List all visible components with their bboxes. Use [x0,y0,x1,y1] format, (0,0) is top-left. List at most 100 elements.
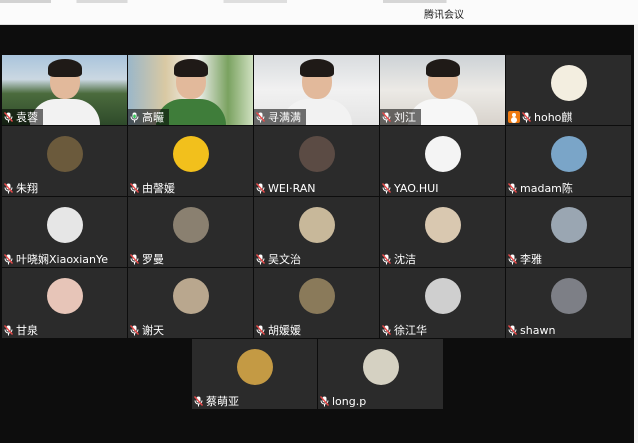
participant-tile[interactable]: 蔡萌亚 [192,339,317,409]
participant-nametag: 寻满满 [254,109,306,125]
avatar [298,136,335,172]
participant-name: 朱翔 [16,182,38,195]
participant-name: 胡媛媛 [268,324,301,337]
participant-name: 高曮 [142,111,164,124]
mic-muted-icon [508,324,517,336]
mic-on-icon [130,112,139,123]
participant-name: hoho麒 [534,111,573,124]
participant-nametag: 谢天 [128,322,169,338]
participant-nametag: 袁蓉 [2,109,43,125]
avatar [46,207,83,243]
participant-tile[interactable]: 叶晓娴XiaoxianYe [2,197,127,267]
participant-tile[interactable]: shawn [506,268,631,338]
top-edge-strip [0,0,638,3]
mic-muted-icon [522,111,531,123]
participant-tile[interactable]: 高曮 [128,55,253,125]
avatar [172,136,209,172]
participant-tile[interactable]: 袁蓉 [2,55,127,125]
participant-tile[interactable]: 寻满满 [254,55,379,125]
mic-muted-icon [130,182,139,194]
participant-tile[interactable]: 胡媛媛 [254,268,379,338]
participant-tile[interactable]: 刘江 [380,55,505,125]
participant-name: 李雅 [520,253,542,266]
participant-name: long.p [332,394,367,408]
avatar [298,278,335,314]
mic-muted-icon [320,395,329,407]
avatar [424,278,461,314]
participant-nametag: 蔡萌亚 [192,393,244,409]
participant-tile[interactable]: hoho麒 [506,55,631,125]
person-hair [173,59,208,77]
participant-name: shawn [520,323,556,337]
participant-name: 谢天 [142,324,164,337]
mic-muted-icon [382,111,391,123]
mic-muted-icon [194,395,203,407]
participant-name: 寻满满 [268,111,301,124]
avatar [424,136,461,172]
participant-nametag: madam陈 [506,180,578,196]
participant-name: WEI·RAN [268,181,316,195]
participant-tile[interactable]: WEI·RAN [254,126,379,196]
avatar [172,207,209,243]
avatar [362,349,399,385]
participant-name: 徐江华 [394,324,427,337]
participant-tile[interactable]: 罗曼 [128,197,253,267]
avatar [298,207,335,243]
participant-nametag: 罗曼 [128,251,169,267]
avatar [550,65,587,101]
participant-tile[interactable]: 谢天 [128,268,253,338]
participant-nametag: shawn [506,322,560,338]
participant-nametag: 甘泉 [2,322,43,338]
participant-tile[interactable]: long.p [318,339,443,409]
window-title: 腾讯会议 [424,10,464,21]
participant-name: 沈洁 [394,253,416,266]
participant-tile[interactable]: 吴文治 [254,197,379,267]
mic-muted-icon [382,182,391,194]
participant-name: 罗曼 [142,253,164,266]
avatar [46,278,83,314]
participant-nametag: YAO.HUI [380,180,443,196]
avatar [236,349,273,385]
window-right-edge [634,24,638,443]
participant-nametag: 刘江 [380,109,421,125]
participant-tile[interactable]: 甘泉 [2,268,127,338]
person-hair [425,59,460,77]
mic-muted-icon [508,182,517,194]
mic-muted-icon [4,253,13,265]
participant-name: YAO.HUI [394,181,439,195]
mic-muted-icon [256,253,265,265]
mic-muted-icon [382,253,391,265]
host-badge-icon [508,111,520,123]
mic-muted-icon [130,253,139,265]
participant-nametag: 李雅 [506,251,547,267]
mic-muted-icon [256,324,265,336]
participant-nametag: 朱翔 [2,180,43,196]
participant-name: 袁蓉 [16,111,38,124]
participant-tile[interactable]: 沈洁 [380,197,505,267]
participant-nametag: WEI·RAN [254,180,321,196]
participant-nametag: 吴文治 [254,251,306,267]
participant-name: 蔡萌亚 [206,395,239,408]
participant-tile[interactable]: madam陈 [506,126,631,196]
participant-tile[interactable]: 由謦媛 [128,126,253,196]
participant-nametag: 徐江华 [380,322,432,338]
participant-tile[interactable]: YAO.HUI [380,126,505,196]
avatar [46,136,83,172]
participant-name: 叶晓娴XiaoxianYe [16,253,109,266]
participant-name: 由謦媛 [142,182,175,195]
participant-nametag: 胡媛媛 [254,322,306,338]
mic-muted-icon [130,324,139,336]
avatar [550,207,587,243]
participant-nametag: 沈洁 [380,251,421,267]
window-titlebar: 腾讯会议 [0,0,638,25]
participant-nametag: 叶晓娴XiaoxianYe [2,251,113,267]
mic-muted-icon [508,253,517,265]
participant-tile[interactable]: 徐江华 [380,268,505,338]
participant-nametag: hoho麒 [506,109,577,125]
participant-tile[interactable]: 李雅 [506,197,631,267]
mic-muted-icon [256,111,265,123]
participant-nametag: long.p [318,393,371,409]
participant-tile[interactable]: 朱翔 [2,126,127,196]
participant-name: 刘江 [394,111,416,124]
participant-nametag: 由謦媛 [128,180,180,196]
